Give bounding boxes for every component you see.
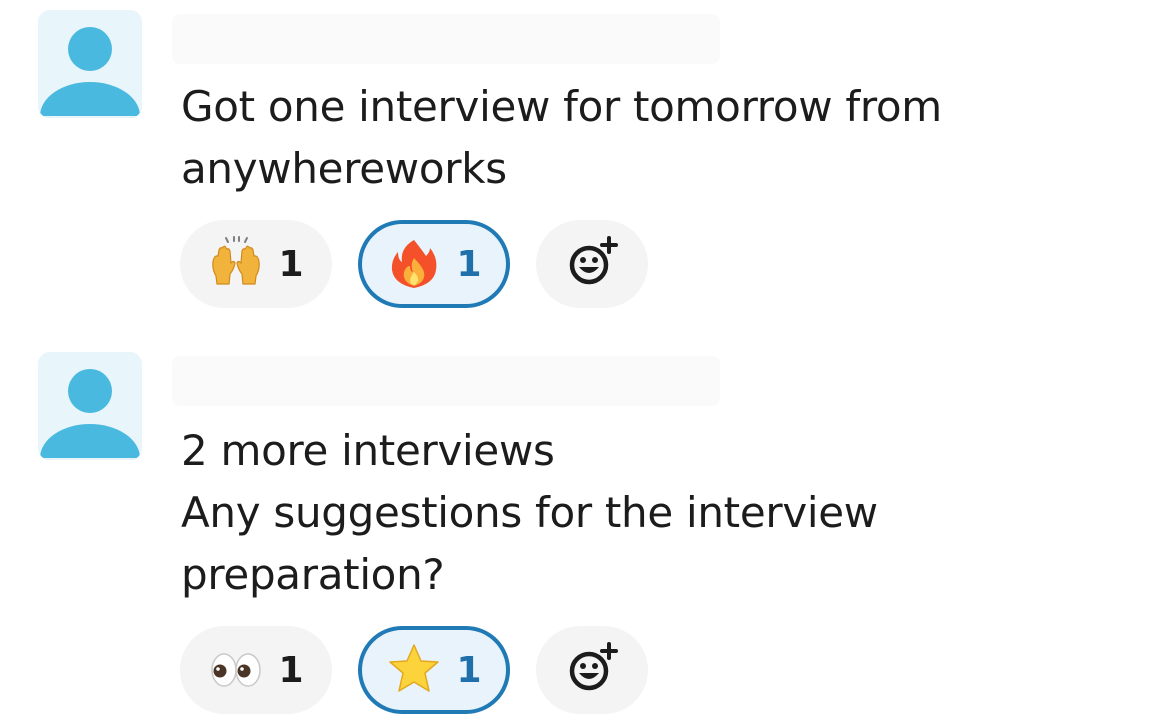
sender-name-placeholder <box>172 14 720 64</box>
add-emoji-icon <box>562 638 622 702</box>
sender-name-placeholder <box>172 356 720 406</box>
add-emoji-icon <box>562 232 622 296</box>
reaction-eyes[interactable]: 1 <box>180 626 332 714</box>
reaction-count: 1 <box>278 243 304 285</box>
message-text: Got one interview for tomorrow from anyw… <box>181 82 942 193</box>
reaction-count: 1 <box>456 649 482 691</box>
reaction-bar: 1 1 <box>180 220 648 308</box>
reaction-count: 1 <box>456 243 482 285</box>
reaction-raised-hands[interactable]: 1 <box>180 220 332 308</box>
eyes-icon <box>208 642 264 698</box>
avatar[interactable] <box>38 10 142 118</box>
star-icon <box>386 642 442 698</box>
fire-icon <box>386 236 442 292</box>
add-reaction-button[interactable] <box>536 626 648 714</box>
avatar-body-shape <box>40 424 140 460</box>
message-text: 2 more interviews Any suggestions for th… <box>181 426 878 599</box>
reaction-bar: 1 1 <box>180 626 648 714</box>
avatar[interactable] <box>38 352 142 460</box>
raised-hands-icon <box>208 236 264 292</box>
avatar-head-shape <box>68 369 112 413</box>
avatar-head-shape <box>68 27 112 71</box>
reaction-star[interactable]: 1 <box>358 626 510 714</box>
add-reaction-button[interactable] <box>536 220 648 308</box>
reaction-fire[interactable]: 1 <box>358 220 510 308</box>
reaction-count: 1 <box>278 649 304 691</box>
avatar-body-shape <box>40 82 140 118</box>
